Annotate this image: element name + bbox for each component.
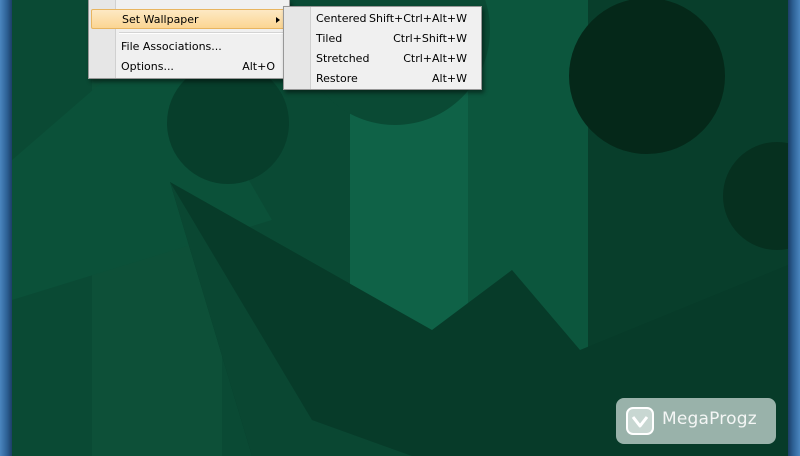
watermark-text: MegaProgz <box>662 409 757 429</box>
submenu-arrow-icon <box>276 17 280 23</box>
menu-item-options[interactable]: Options... Alt+O <box>91 57 287 77</box>
submenu-item-restore[interactable]: Restore Alt+W <box>286 69 479 89</box>
megaprogz-logo-icon <box>626 407 654 435</box>
submenu-item-tiled[interactable]: Tiled Ctrl+Shift+W <box>286 29 479 49</box>
window-frame-right <box>788 0 800 456</box>
menu-item-set-wallpaper[interactable]: Set Wallpaper <box>91 9 287 29</box>
submenu-item-shortcut: Shift+Ctrl+Alt+W <box>369 12 467 25</box>
submenu-item-centered[interactable]: Centered Shift+Ctrl+Alt+W <box>286 9 479 29</box>
menu-item-label: Set Wallpaper <box>122 13 199 26</box>
submenu-item-shortcut: Ctrl+Alt+W <box>403 52 467 65</box>
menu-item-label: File Associations... <box>121 40 222 53</box>
submenu-item-shortcut: Alt+W <box>432 72 467 85</box>
menu-separator <box>119 32 285 34</box>
menu-item-file-associations[interactable]: File Associations... <box>91 37 287 57</box>
menu-item-label: Options... <box>121 60 174 73</box>
window-frame-left <box>0 0 12 456</box>
submenu-item-label: Restore <box>316 72 358 85</box>
submenu-item-shortcut: Ctrl+Shift+W <box>393 32 467 45</box>
wallpaper-submenu: Centered Shift+Ctrl+Alt+W Tiled Ctrl+Shi… <box>283 6 482 90</box>
watermark-badge: MegaProgz <box>616 398 776 444</box>
submenu-item-label: Centered <box>316 12 367 25</box>
submenu-item-stretched[interactable]: Stretched Ctrl+Alt+W <box>286 49 479 69</box>
context-menu: Set Wallpaper File Associations... Optio… <box>88 0 290 79</box>
submenu-item-label: Stretched <box>316 52 370 65</box>
menu-item-shortcut: Alt+O <box>242 60 275 73</box>
submenu-item-label: Tiled <box>316 32 343 45</box>
